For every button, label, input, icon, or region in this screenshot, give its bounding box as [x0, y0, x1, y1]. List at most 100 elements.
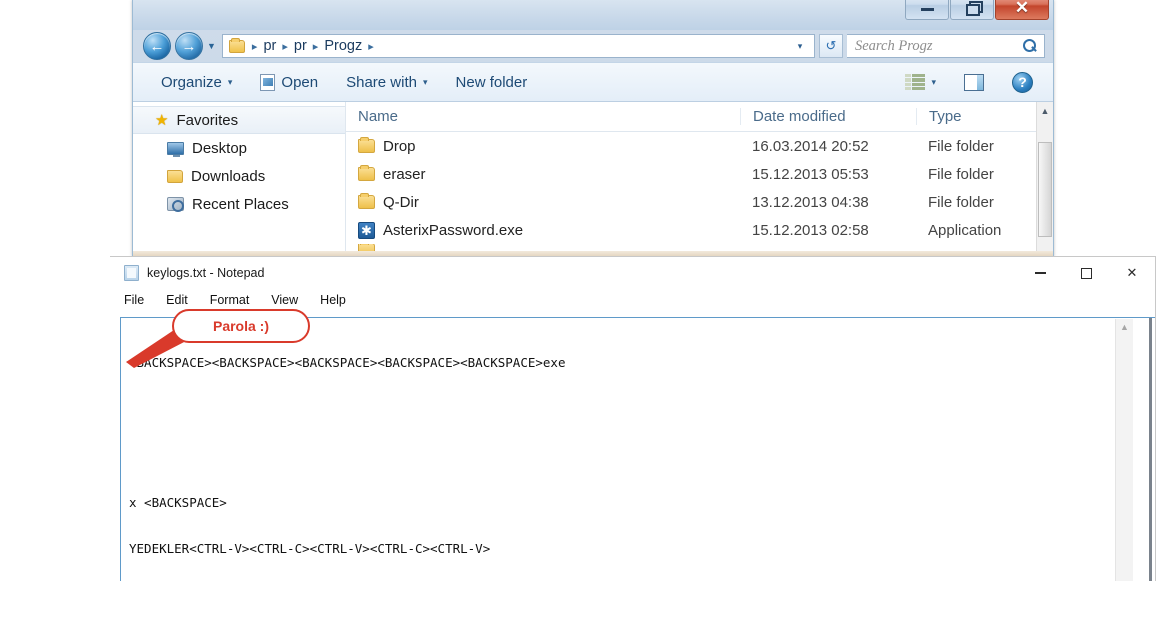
file-type-cell: File folder [928, 137, 994, 155]
notepad-scrollbar[interactable]: ▲ [1115, 319, 1133, 581]
scroll-up-icon[interactable]: ▲ [1037, 102, 1053, 119]
search-icon [1023, 38, 1038, 54]
view-list-icon [905, 74, 926, 90]
notepad-text-area[interactable]: <BACKSPACE><BACKSPACE><BACKSPACE><BACKSP… [120, 317, 1155, 581]
notepad-minimize-button[interactable] [1017, 257, 1063, 289]
file-explorer-window: ✕ ← → ▼ ▸ pr ▸ pr ▸ Progz ▸ ▾ ↺ Search P… [132, 0, 1054, 257]
address-bar[interactable]: ▸ pr ▸ pr ▸ Progz ▸ ▾ [221, 34, 815, 58]
sidebar-item-desktop[interactable]: Desktop [133, 134, 345, 162]
preview-pane-button[interactable] [950, 68, 998, 97]
breadcrumb-sep: ▸ [312, 40, 319, 53]
open-file-icon [260, 73, 276, 91]
breadcrumb-item-3[interactable]: Progz [322, 38, 364, 54]
restore-button[interactable] [950, 0, 994, 20]
sidebar-item-favorites[interactable]: ★ Favorites [133, 106, 345, 134]
notepad-window: keylogs.txt - Notepad ✕ File Edit Format… [110, 256, 1156, 581]
file-type-cell: File folder [928, 193, 994, 211]
menu-item-edit[interactable]: Edit [166, 293, 188, 307]
downloads-folder-icon [167, 169, 183, 183]
notepad-menu-bar: File Edit Format View Help [110, 289, 1155, 311]
star-icon: ★ [155, 112, 169, 129]
column-header-name[interactable]: Name [346, 108, 740, 125]
text-line: <BACKSPACE><BACKSPACE><BACKSPACE><BACKSP… [129, 355, 566, 370]
minimize-button[interactable] [905, 0, 949, 20]
column-headers: Name Date modified Type [346, 102, 1053, 132]
text-line [129, 448, 1125, 464]
sidebar-item-recent-places[interactable]: Recent Places [133, 190, 345, 218]
explorer-body: ★ Favorites Desktop Downloads Recent Pla… [133, 102, 1053, 256]
table-row[interactable]: Q-Dir 13.12.2013 04:38 File folder [346, 188, 1053, 216]
file-type-cell: File folder [928, 165, 994, 183]
refresh-button[interactable]: ↺ [819, 34, 843, 58]
recent-places-icon [167, 197, 184, 212]
sidebar-item-label: Downloads [191, 167, 266, 185]
close-icon: ✕ [1014, 0, 1030, 17]
scrollbar-thumb[interactable] [1038, 142, 1052, 237]
open-button[interactable]: Open [246, 68, 332, 97]
notepad-title-bar[interactable]: keylogs.txt - Notepad ✕ [110, 257, 1155, 289]
sidebar-item-downloads[interactable]: Downloads [133, 162, 345, 190]
notepad-window-controls: ✕ [1017, 257, 1155, 289]
file-name-cell: Q-Dir [346, 193, 740, 211]
close-button[interactable]: ✕ [995, 0, 1049, 20]
search-input[interactable]: Search Progz [847, 34, 1045, 58]
explorer-scrollbar[interactable]: ▲ [1036, 102, 1053, 252]
breadcrumb-item-2[interactable]: pr [292, 38, 309, 54]
open-label: Open [281, 73, 319, 91]
recent-locations-icon[interactable]: ▼ [207, 41, 216, 51]
forward-icon: → [181, 37, 197, 55]
notepad-app-icon [124, 265, 139, 281]
menu-item-file[interactable]: File [124, 293, 144, 307]
file-name-cell: eraser [346, 165, 740, 183]
notepad-close-button[interactable]: ✕ [1109, 257, 1155, 289]
share-with-button[interactable]: Share with ▾ [332, 68, 441, 97]
breadcrumb-item-1[interactable]: pr [261, 38, 278, 54]
folder-icon [358, 137, 375, 153]
new-folder-label: New folder [455, 73, 528, 91]
file-list-pane: Name Date modified Type Drop 16.03.2014 … [346, 102, 1053, 256]
file-name: AsterixPassword.exe [383, 221, 524, 239]
change-view-button[interactable]: ▾ [891, 68, 950, 96]
chevron-down-icon[interactable]: ▾ [790, 35, 810, 57]
file-name-cell: Drop [346, 137, 740, 155]
help-button[interactable]: ? [998, 66, 1047, 99]
column-header-date-modified[interactable]: Date modified [740, 108, 916, 125]
restore-icon [965, 1, 983, 16]
explorer-address-row: ← → ▼ ▸ pr ▸ pr ▸ Progz ▸ ▾ ↺ Search Pro… [133, 30, 1053, 62]
file-date-cell: 13.12.2013 04:38 [752, 193, 869, 211]
screenshot-stage: ✕ ← → ▼ ▸ pr ▸ pr ▸ Progz ▸ ▾ ↺ Search P… [0, 0, 1156, 637]
new-folder-button[interactable]: New folder [442, 68, 542, 97]
menu-item-format[interactable]: Format [210, 293, 250, 307]
file-type-cell: Application [928, 221, 1002, 239]
table-row[interactable]: eraser 15.12.2013 05:53 File folder [346, 160, 1053, 188]
sidebar-item-label: Favorites [176, 111, 239, 129]
explorer-toolbar: Organize ▾ Open Share with ▾ New folder … [133, 62, 1053, 102]
breadcrumb-sep: ▸ [251, 40, 258, 53]
explorer-window-controls: ✕ [905, 0, 1049, 20]
explorer-title-bar[interactable]: ✕ [133, 0, 1053, 30]
chevron-down-icon: ▾ [227, 76, 233, 87]
navigation-pane: ★ Favorites Desktop Downloads Recent Pla… [133, 102, 346, 252]
share-with-label: Share with [346, 73, 417, 91]
back-button[interactable]: ← [143, 32, 171, 60]
notepad-maximize-button[interactable] [1063, 257, 1109, 289]
desktop-icon [167, 141, 184, 157]
text-line: x <BACKSPACE> [129, 494, 227, 510]
sidebar-item-label: Recent Places [192, 195, 289, 213]
back-icon: ← [149, 37, 165, 55]
folder-icon [358, 165, 375, 181]
scroll-up-icon[interactable]: ▲ [1116, 319, 1133, 335]
menu-item-help[interactable]: Help [320, 293, 346, 307]
file-date-cell: 15.12.2013 02:58 [752, 221, 869, 239]
menu-item-view[interactable]: View [271, 293, 298, 307]
text-line: YEDEKLER<CTRL-V><CTRL-C><CTRL-V><CTRL-C>… [129, 541, 491, 556]
preview-pane-icon [964, 73, 984, 91]
table-row[interactable]: ✱ AsterixPassword.exe 15.12.2013 02:58 Ap… [346, 216, 1053, 244]
forward-button[interactable]: → [175, 32, 203, 60]
search-placeholder: Search Progz [855, 37, 933, 54]
notepad-title: keylogs.txt - Notepad [147, 266, 265, 280]
table-row[interactable]: Drop 16.03.2014 20:52 File folder [346, 132, 1053, 160]
column-header-type[interactable]: Type [916, 108, 1053, 125]
file-name: Q-Dir [383, 193, 419, 211]
organize-button[interactable]: Organize ▾ [147, 68, 246, 97]
